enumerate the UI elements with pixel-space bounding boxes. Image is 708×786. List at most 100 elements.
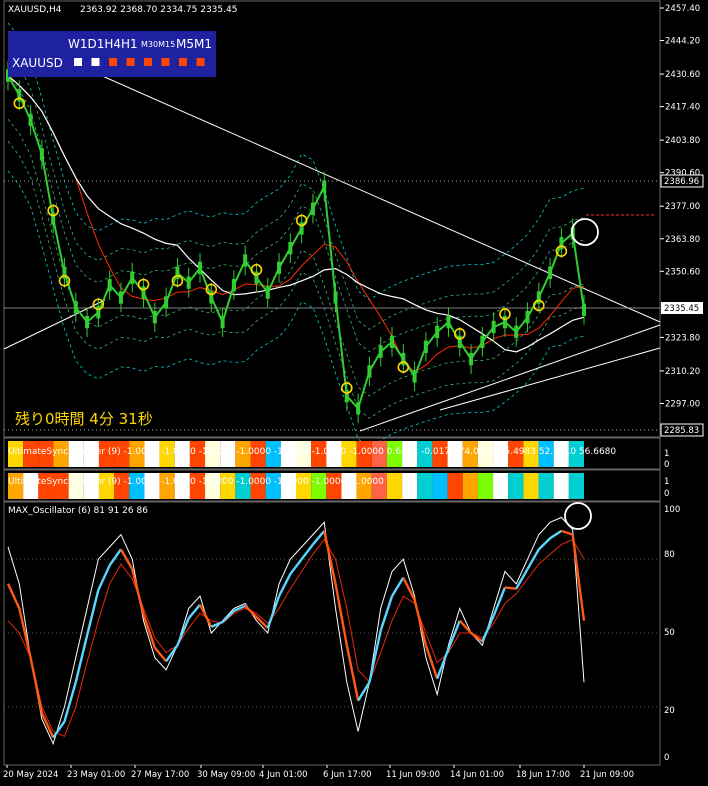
osc-main-segment: [289, 558, 303, 575]
osc-main-segment: [413, 599, 428, 646]
candle-body: [435, 325, 440, 339]
sync-strip-cell: [553, 473, 569, 499]
sync-strip-cell: [568, 473, 584, 499]
timeframes-small[interactable]: M30M15: [141, 40, 175, 49]
price-tick-label: 2310.20: [665, 367, 700, 377]
osc-main-segment: [6, 583, 21, 609]
sync-strip-cell: [462, 473, 478, 499]
time-tick-label: 14 Jun 01:00: [450, 770, 504, 780]
chart-ohlc: 2363.92 2368.70 2334.75 2335.45: [80, 5, 237, 15]
candle-body: [130, 271, 135, 284]
ma-red: [7, 75, 585, 373]
candle-body: [344, 389, 349, 403]
osc-main-segment: [436, 648, 450, 679]
candle-body: [548, 266, 553, 279]
osc-axis-80: 80: [664, 550, 675, 560]
price-tick-label: 2403.80: [665, 136, 700, 146]
candle-body: [96, 306, 101, 319]
candle-body: [17, 89, 22, 102]
envelope-band: [7, 74, 585, 353]
candle-body: [186, 276, 191, 289]
osc-main-segment: [504, 586, 517, 590]
candle-body: [175, 266, 180, 279]
osc-main-segment: [549, 529, 563, 540]
timeframes-big[interactable]: W1D1H4H1: [68, 37, 138, 51]
osc-main-segment: [142, 614, 156, 649]
lower-level-value: 2285.83: [664, 426, 699, 436]
time-tick-label: 18 Jun 17:00: [516, 770, 570, 780]
candle-body: [141, 286, 146, 299]
time-tick-label: 20 May 2024: [3, 770, 58, 780]
candle-body: [536, 291, 541, 304]
timeframes-tail[interactable]: M5M1: [176, 37, 212, 51]
candle-body: [401, 352, 406, 366]
candle-body: [333, 291, 338, 304]
osc-main-segment: [198, 604, 213, 628]
timeframe-panel[interactable]: W1D1H4H1 M30M15 M5M1 XAUUSD: [8, 31, 216, 77]
indicator1-axis-1: 1: [664, 449, 669, 459]
indicator2-axis-0: 0: [664, 489, 669, 499]
price-tick-label: 2363.80: [665, 235, 700, 245]
osc-main-segment: [277, 573, 292, 597]
osc-main-segment: [266, 595, 281, 629]
bar-countdown: 残り0時間 4分 31秒: [15, 410, 153, 428]
osc-main-segment: [176, 617, 190, 646]
candle-body: [85, 315, 90, 329]
candle-body: [390, 335, 394, 348]
sync-strip-cell: [386, 473, 403, 499]
osc-main-segment: [458, 619, 472, 634]
candle-body: [299, 222, 304, 235]
candle-body: [491, 320, 496, 334]
envelope-band: [7, 170, 585, 449]
price-tick-label: 2430.60: [665, 70, 700, 80]
osc-main-segment: [561, 529, 574, 536]
candle-body: [412, 370, 417, 383]
candle-body: [198, 261, 202, 275]
time-tick-label: 11 Jun 09:00: [386, 770, 440, 780]
price-tick-label: 2297.00: [665, 399, 700, 409]
candle-body: [356, 402, 361, 415]
candle-body: [469, 352, 474, 366]
candle-body: [265, 286, 270, 299]
timeframe-status-box: [126, 58, 135, 66]
osc-main-segment: [165, 644, 179, 662]
osc-main-segment: [345, 645, 360, 701]
osc-highlight-circle: [564, 502, 592, 530]
timeframe-status-box: [91, 58, 100, 66]
candle-body: [209, 291, 214, 304]
ma-white: [7, 75, 585, 353]
timeframe-status-box: [196, 58, 205, 66]
osc-main-segment: [390, 577, 405, 597]
sync-strip-cell: [493, 473, 509, 499]
osc-main-segment: [221, 610, 235, 623]
support-trendline: [359, 324, 661, 432]
price-tick-label: 2377.00: [665, 202, 700, 212]
candle-body: [378, 345, 383, 358]
chart-canvas[interactable]: XAUUSD,H4 2363.92 2368.70 2334.75 2335.4…: [0, 0, 708, 786]
candle-body: [220, 315, 225, 329]
candle-body: [107, 278, 112, 292]
timeframe-status-box: [74, 58, 82, 66]
candle-body: [310, 202, 315, 215]
osc-main-segment: [481, 615, 495, 643]
tf-panel-symbol: XAUUSD: [12, 56, 63, 70]
timeframe-status-box: [109, 58, 117, 66]
candle-body: [277, 261, 282, 275]
osc-main-segment: [97, 564, 111, 591]
candle-body: [525, 311, 530, 324]
sync-strip-cell: [523, 473, 539, 499]
candle-body: [254, 271, 259, 284]
candle-body: [164, 296, 169, 309]
osc-main-segment: [447, 620, 461, 650]
timeframe-status-box: [144, 58, 152, 66]
time-tick-label: 23 May 01:00: [67, 770, 125, 780]
price-tick-label: 2350.60: [665, 267, 700, 277]
candle-body: [423, 340, 428, 353]
candle-body: [118, 291, 123, 304]
candle-body: [288, 241, 293, 255]
price-tick-label: 2457.40: [665, 4, 700, 14]
candle-body: [514, 325, 519, 339]
sync-strip-cell: [447, 473, 463, 499]
candle-body: [502, 315, 507, 329]
candle-body: [152, 311, 157, 324]
